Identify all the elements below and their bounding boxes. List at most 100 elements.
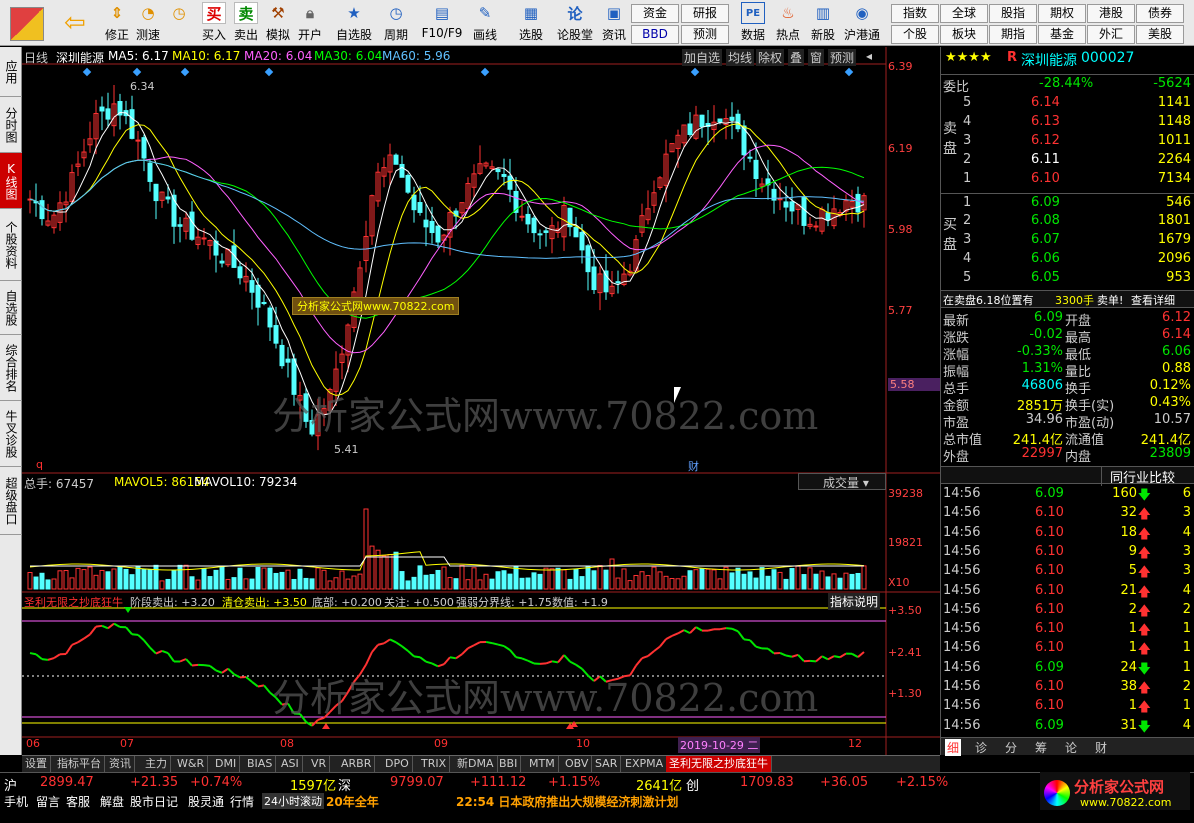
- f10-button[interactable]: ▤ F10/F9: [420, 2, 464, 44]
- quick-sectors[interactable]: 板块: [940, 25, 988, 44]
- quick-research[interactable]: 研报: [681, 4, 729, 23]
- quick-global[interactable]: 全球: [940, 4, 988, 23]
- quick-bbd[interactable]: BBD: [631, 25, 679, 44]
- bid-row[interactable]: 5 6.05 953: [941, 269, 1194, 287]
- link-message[interactable]: 留言: [36, 793, 60, 810]
- tab-10[interactable]: DPO: [382, 756, 413, 772]
- period-label[interactable]: 日线: [24, 49, 48, 66]
- tab-diagnose[interactable]: 诊: [975, 739, 987, 756]
- news-ticker[interactable]: 22:54 日本政府推出大规模经济刺激计划: [456, 793, 678, 810]
- forecast-button[interactable]: 预测: [828, 49, 857, 66]
- fix-button[interactable]: ⇕ 修正: [101, 2, 133, 44]
- tab-forum[interactable]: 论: [1065, 739, 1077, 756]
- quick-forecast[interactable]: 预测: [681, 25, 729, 44]
- link-service[interactable]: 客服: [66, 793, 90, 810]
- big-order-notice[interactable]: 在卖盘6.18位置有 3300手 卖单! 查看详细: [941, 290, 1194, 308]
- data-button[interactable]: PE 数据: [737, 2, 769, 44]
- tab-9[interactable]: ARBR: [338, 756, 376, 772]
- finance-marker[interactable]: 财: [688, 458, 699, 474]
- back-icon[interactable]: ⇦: [64, 10, 90, 36]
- tab-17[interactable]: EXPMA: [622, 756, 668, 772]
- bid-row[interactable]: 4 6.06 2096: [941, 250, 1194, 268]
- link-mobile[interactable]: 手机: [4, 793, 28, 810]
- quick-index[interactable]: 指数: [891, 4, 939, 23]
- period-button[interactable]: ◷ 周期: [380, 2, 412, 44]
- quick-funds[interactable]: 资金: [631, 4, 679, 23]
- tab-11[interactable]: TRIX: [418, 756, 451, 772]
- link-rolling[interactable]: 24小时滚动: [262, 793, 324, 809]
- hotspot-button[interactable]: ♨ 热点: [772, 2, 804, 44]
- quick-hk[interactable]: 港股: [1087, 4, 1135, 23]
- link-gulingtong[interactable]: 股灵通: [188, 793, 224, 810]
- sz-index[interactable]: 9799.07: [390, 775, 444, 790]
- tab-12[interactable]: 新DMA: [454, 756, 498, 772]
- volume-select[interactable]: 成交量 ▾: [798, 473, 886, 490]
- speed-test-button[interactable]: ◔ 测速: [132, 2, 164, 44]
- nav-timeshare[interactable]: 分时图: [0, 97, 22, 153]
- sell-button[interactable]: 卖卖出: [230, 2, 262, 44]
- tab-13[interactable]: BBI: [496, 756, 522, 772]
- tab-4[interactable]: W&R: [174, 756, 209, 772]
- nav-apps[interactable]: 应用: [0, 47, 22, 97]
- ask-row[interactable]: 1 6.10 7134: [941, 170, 1194, 188]
- news-button[interactable]: ▣ 资讯: [598, 2, 630, 44]
- quick-futures[interactable]: 期指: [989, 25, 1037, 44]
- link-quotes[interactable]: 行情: [230, 793, 254, 810]
- tab-14[interactable]: MTM: [526, 756, 559, 772]
- nav-stock-info[interactable]: 个股资料: [0, 209, 22, 281]
- tab-1[interactable]: 指标平台: [54, 756, 105, 772]
- nav-watchlist[interactable]: 自选股: [0, 281, 22, 335]
- tab-minute[interactable]: 分: [1005, 739, 1017, 756]
- tab-2[interactable]: 资讯: [106, 756, 135, 772]
- exright-button[interactable]: 除权: [756, 49, 785, 66]
- bid-row[interactable]: 3 6.07 1679: [941, 231, 1194, 249]
- speed-button[interactable]: ◷测速: [163, 2, 195, 44]
- link-diary[interactable]: 股市日记: [130, 793, 178, 810]
- nav-diagnosis[interactable]: 牛叉诊股: [0, 401, 22, 467]
- draw-line-button[interactable]: ✎ 画线: [469, 2, 501, 44]
- new-stock-button[interactable]: ▥ 新股: [807, 2, 839, 44]
- window-button[interactable]: 窗: [808, 49, 825, 66]
- quick-us[interactable]: 美股: [1136, 25, 1184, 44]
- link-analysis[interactable]: 解盘: [100, 793, 124, 810]
- overlay-button[interactable]: 叠: [788, 49, 805, 66]
- tab-15[interactable]: OBV: [562, 756, 593, 772]
- ma-button[interactable]: 均线: [726, 49, 755, 66]
- tab-chips[interactable]: 筹: [1035, 739, 1047, 756]
- tab-6[interactable]: BIAS: [244, 756, 277, 772]
- brand-logo[interactable]: 分析家公式网 www.70822.com: [1040, 772, 1190, 814]
- tab-5[interactable]: DMI: [212, 756, 241, 772]
- ask-row[interactable]: 4 6.13 1148: [941, 113, 1194, 131]
- quick-forex[interactable]: 外汇: [1087, 25, 1135, 44]
- quick-stocks[interactable]: 个股: [891, 25, 939, 44]
- nav-kline[interactable]: K线图: [0, 153, 22, 209]
- quick-index-futures[interactable]: 股指: [989, 4, 1037, 23]
- ask-row[interactable]: 3 6.12 1011: [941, 132, 1194, 150]
- compare-button[interactable]: 同行业比较: [1101, 467, 1175, 486]
- nav-super-depth[interactable]: 超级盘口: [0, 467, 22, 535]
- bid-row[interactable]: 1 6.09 546: [941, 193, 1194, 211]
- quick-options[interactable]: 期权: [1038, 4, 1086, 23]
- tab-16[interactable]: SAR: [592, 756, 622, 772]
- sh-index[interactable]: 2899.47: [40, 775, 94, 790]
- tab-finance[interactable]: 财: [1095, 739, 1107, 756]
- chart-area[interactable]: 日线 深圳能源 MA5: 6.17 MA10: 6.17 MA20: 6.04 …: [22, 47, 940, 755]
- app-logo-icon[interactable]: [10, 7, 44, 41]
- open-account-button[interactable]: 🔒︎ 开户: [294, 2, 326, 44]
- tab-7[interactable]: ASI: [278, 756, 303, 772]
- tab-18[interactable]: 圣利无限之抄底狂牛: [666, 756, 772, 772]
- collapse-icon[interactable]: ◂: [866, 49, 872, 63]
- tab-detail[interactable]: 细: [945, 739, 962, 756]
- buy-button[interactable]: 买买入: [198, 2, 230, 44]
- quick-bonds[interactable]: 债券: [1136, 4, 1184, 23]
- hk-connect-button[interactable]: ◉ 沪港通: [842, 2, 882, 44]
- cy-index[interactable]: 1709.83: [740, 775, 794, 790]
- stock-screen-button[interactable]: ▦ 选股: [515, 2, 547, 44]
- tab-8[interactable]: VR: [308, 756, 331, 772]
- watchlist-button[interactable]: ★ 自选股: [334, 2, 374, 44]
- ask-row[interactable]: 5 6.14 1141: [941, 94, 1194, 112]
- bid-row[interactable]: 2 6.08 1801: [941, 212, 1194, 230]
- simulate-button[interactable]: ⚒ 模拟: [262, 2, 294, 44]
- add-watchlist-button[interactable]: 加自选: [682, 49, 723, 66]
- ask-row[interactable]: 2 6.11 2264: [941, 151, 1194, 169]
